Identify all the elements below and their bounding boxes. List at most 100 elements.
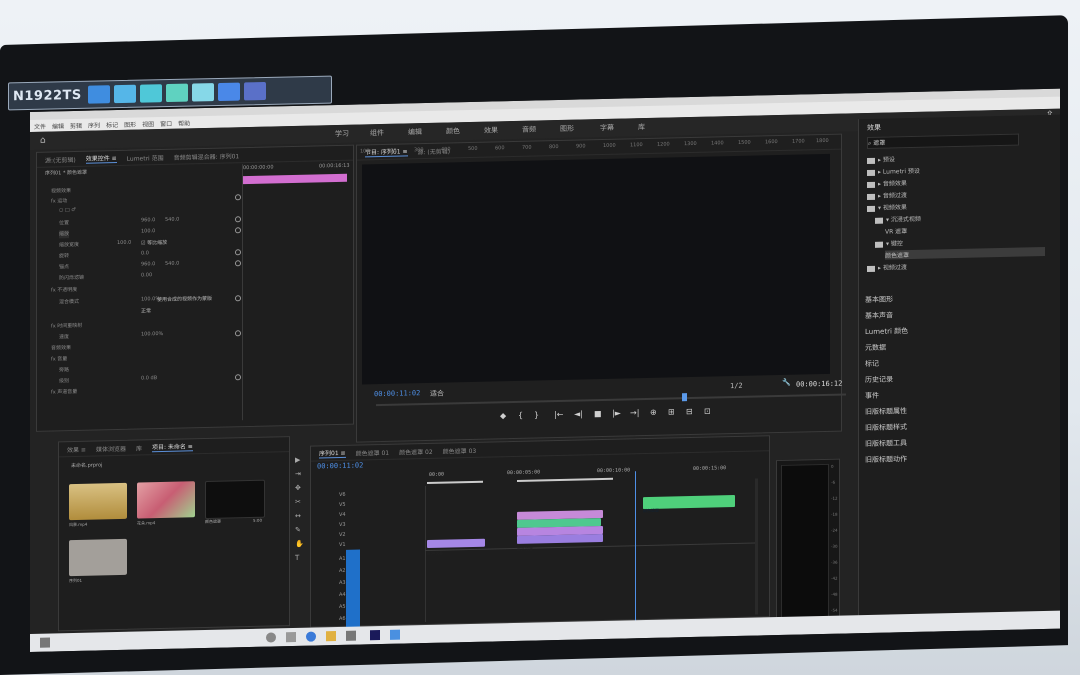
selection-tool-icon[interactable]: ▶ [295,456,300,464]
razor-tool-icon[interactable]: ✂ [295,498,301,506]
timeline-clip[interactable]: 颜色遮罩 [427,538,485,556]
keyframe-toggle-icon[interactable] [235,374,241,381]
keyframe-toggle-icon[interactable] [235,227,241,234]
tab-effects[interactable]: 效果 ≡ [67,444,86,453]
tab-libraries[interactable]: 库 [136,443,142,452]
ec-value[interactable]: 960.0 [141,217,155,225]
track-select-tool-icon[interactable]: ⇥ [295,470,301,478]
workspace-tab[interactable]: 字幕 [600,123,614,133]
work-area-bar[interactable] [427,480,483,484]
mark-out-button[interactable]: } [534,410,539,419]
step-forward-button[interactable]: |► [612,409,621,418]
side-panel-item[interactable]: 旧版标题工具 [865,438,907,449]
search-icon[interactable] [266,632,276,643]
tab-source[interactable]: 源:(无剪辑) [45,154,76,164]
menu-item[interactable]: 窗口 [160,118,172,127]
menu-item[interactable]: 标记 [106,120,118,129]
tab-lumetri-scopes[interactable]: Lumetri 范围 [127,152,164,162]
program-playhead[interactable] [682,393,687,402]
tab-color-matte-02[interactable]: 颜色遮罩 02 [399,446,433,456]
tab-sequence01[interactable]: 序列01 ≡ [319,447,346,459]
workspace-tab[interactable]: 图形 [560,124,574,134]
ec-value[interactable]: 100.0 [117,240,131,248]
lift-button[interactable]: ⊕ [650,408,657,417]
tab-audio-clip-mixer[interactable]: 音频剪辑混合器: 序列01 [174,151,240,161]
effects-tree-item[interactable]: ▾ 视频效果 [867,202,907,212]
track-label[interactable]: A6 [339,616,346,622]
add-marker-button[interactable]: ◆ [500,411,506,420]
effects-tree-item-selected[interactable]: 颜色遮罩 [885,246,1045,260]
track-label[interactable]: V5 [339,502,346,508]
workspace-tab[interactable]: 组件 [370,128,384,138]
ec-row[interactable]: ○ □ ♂ [59,207,76,215]
extract-button[interactable]: ⊞ [668,407,675,416]
keyframe-toggle-icon[interactable] [235,330,241,337]
menu-item[interactable]: 剪辑 [70,120,82,129]
side-panel-item[interactable]: Lumetri 颜色 [865,326,908,337]
ec-row[interactable]: fx 运动 [51,197,67,205]
menu-item[interactable]: 帮助 [178,118,190,127]
project-item-thumbnail[interactable] [69,482,127,521]
go-to-in-button[interactable]: |← [554,410,563,419]
program-resolution-dropdown[interactable]: 1/2 [730,382,743,390]
ec-value[interactable]: 540.0 [165,217,179,225]
side-panel-item[interactable]: 元数据 [865,343,886,353]
pen-tool-icon[interactable]: ✎ [295,526,301,534]
side-panel-item[interactable]: 基本声音 [865,310,893,321]
track-label[interactable]: V1 [339,542,346,548]
app-icon[interactable] [390,629,400,640]
track-label[interactable]: V4 [339,512,346,518]
timeline-timecode[interactable]: 00:00:11:02 [317,461,363,470]
timeline-clip[interactable]: 颜色遮罩 [517,533,603,552]
tab-color-matte-01[interactable]: 颜色遮罩 01 [356,447,390,457]
project-item-thumbnail[interactable] [205,479,265,520]
timeline-playhead[interactable] [635,471,636,622]
workspace-tab[interactable]: 颜色 [446,126,460,136]
workspace-tab[interactable]: 音频 [522,125,536,135]
uniform-scale-checkbox[interactable]: ☑ 等比缩放 [141,239,167,248]
track-label[interactable]: A4 [339,592,346,598]
timeline-scrollbar[interactable] [755,478,758,615]
ec-value[interactable]: 0.0 [141,250,149,258]
track-label[interactable]: A1 [339,556,346,562]
side-panel-item[interactable]: 事件 [865,391,879,401]
task-view-icon[interactable] [286,631,296,643]
ec-value[interactable]: 0.00 [141,272,152,280]
type-tool-icon[interactable]: T [295,554,299,562]
track-label[interactable]: V3 [339,522,346,528]
program-fit-dropdown[interactable]: 适合 [430,389,444,399]
effects-tree-item[interactable]: ▾ 沉浸式视频 [875,214,921,224]
track-target-column[interactable] [346,549,360,630]
project-item-thumbnail[interactable] [137,481,195,519]
effects-search-input[interactable]: ⌕ 遮罩 [867,133,1019,150]
track-label[interactable]: A2 [339,568,346,574]
effects-tree-item[interactable]: ▾ 键控 [875,238,903,248]
ec-row[interactable]: fx 时间重映射 [51,322,82,331]
file-explorer-icon[interactable] [326,631,336,642]
menu-item[interactable]: 文件 [34,121,46,130]
track-label[interactable]: A3 [339,580,346,586]
menu-item[interactable]: 图形 [124,119,136,128]
track-label[interactable]: A5 [339,604,346,610]
tab-effect-controls[interactable]: 效果控件 ≡ [85,153,117,164]
slip-tool-icon[interactable]: ↔ [295,512,301,520]
ec-value[interactable]: 960.0 [141,261,155,269]
wrench-icon[interactable]: 🔧 [782,379,791,387]
keyframe-toggle-icon[interactable] [235,249,241,256]
side-panel-item[interactable]: 基本图形 [865,294,893,305]
track-label[interactable]: V6 [339,492,346,498]
program-video-frame[interactable] [362,153,830,385]
side-panel-item[interactable]: 旧版标题属性 [865,406,907,417]
side-panel-item[interactable]: 历史记录 [865,374,893,385]
effects-tree-item[interactable]: ▸ Lumetri 预设 [867,166,920,176]
workspace-tab[interactable]: 学习 [335,129,349,139]
effects-tree-item[interactable]: ▸ 预设 [867,154,895,164]
workspace-tab[interactable]: 效果 [484,125,498,135]
ec-value[interactable]: 0.0 dB [141,375,157,383]
home-icon[interactable]: ⌂ [40,136,46,146]
mark-in-button[interactable]: { [518,411,523,420]
menu-item[interactable]: 编辑 [52,121,64,130]
workspace-tab[interactable]: 编辑 [408,127,422,137]
keyframe-toggle-icon[interactable] [235,216,241,223]
menu-item[interactable]: 视图 [142,119,154,128]
